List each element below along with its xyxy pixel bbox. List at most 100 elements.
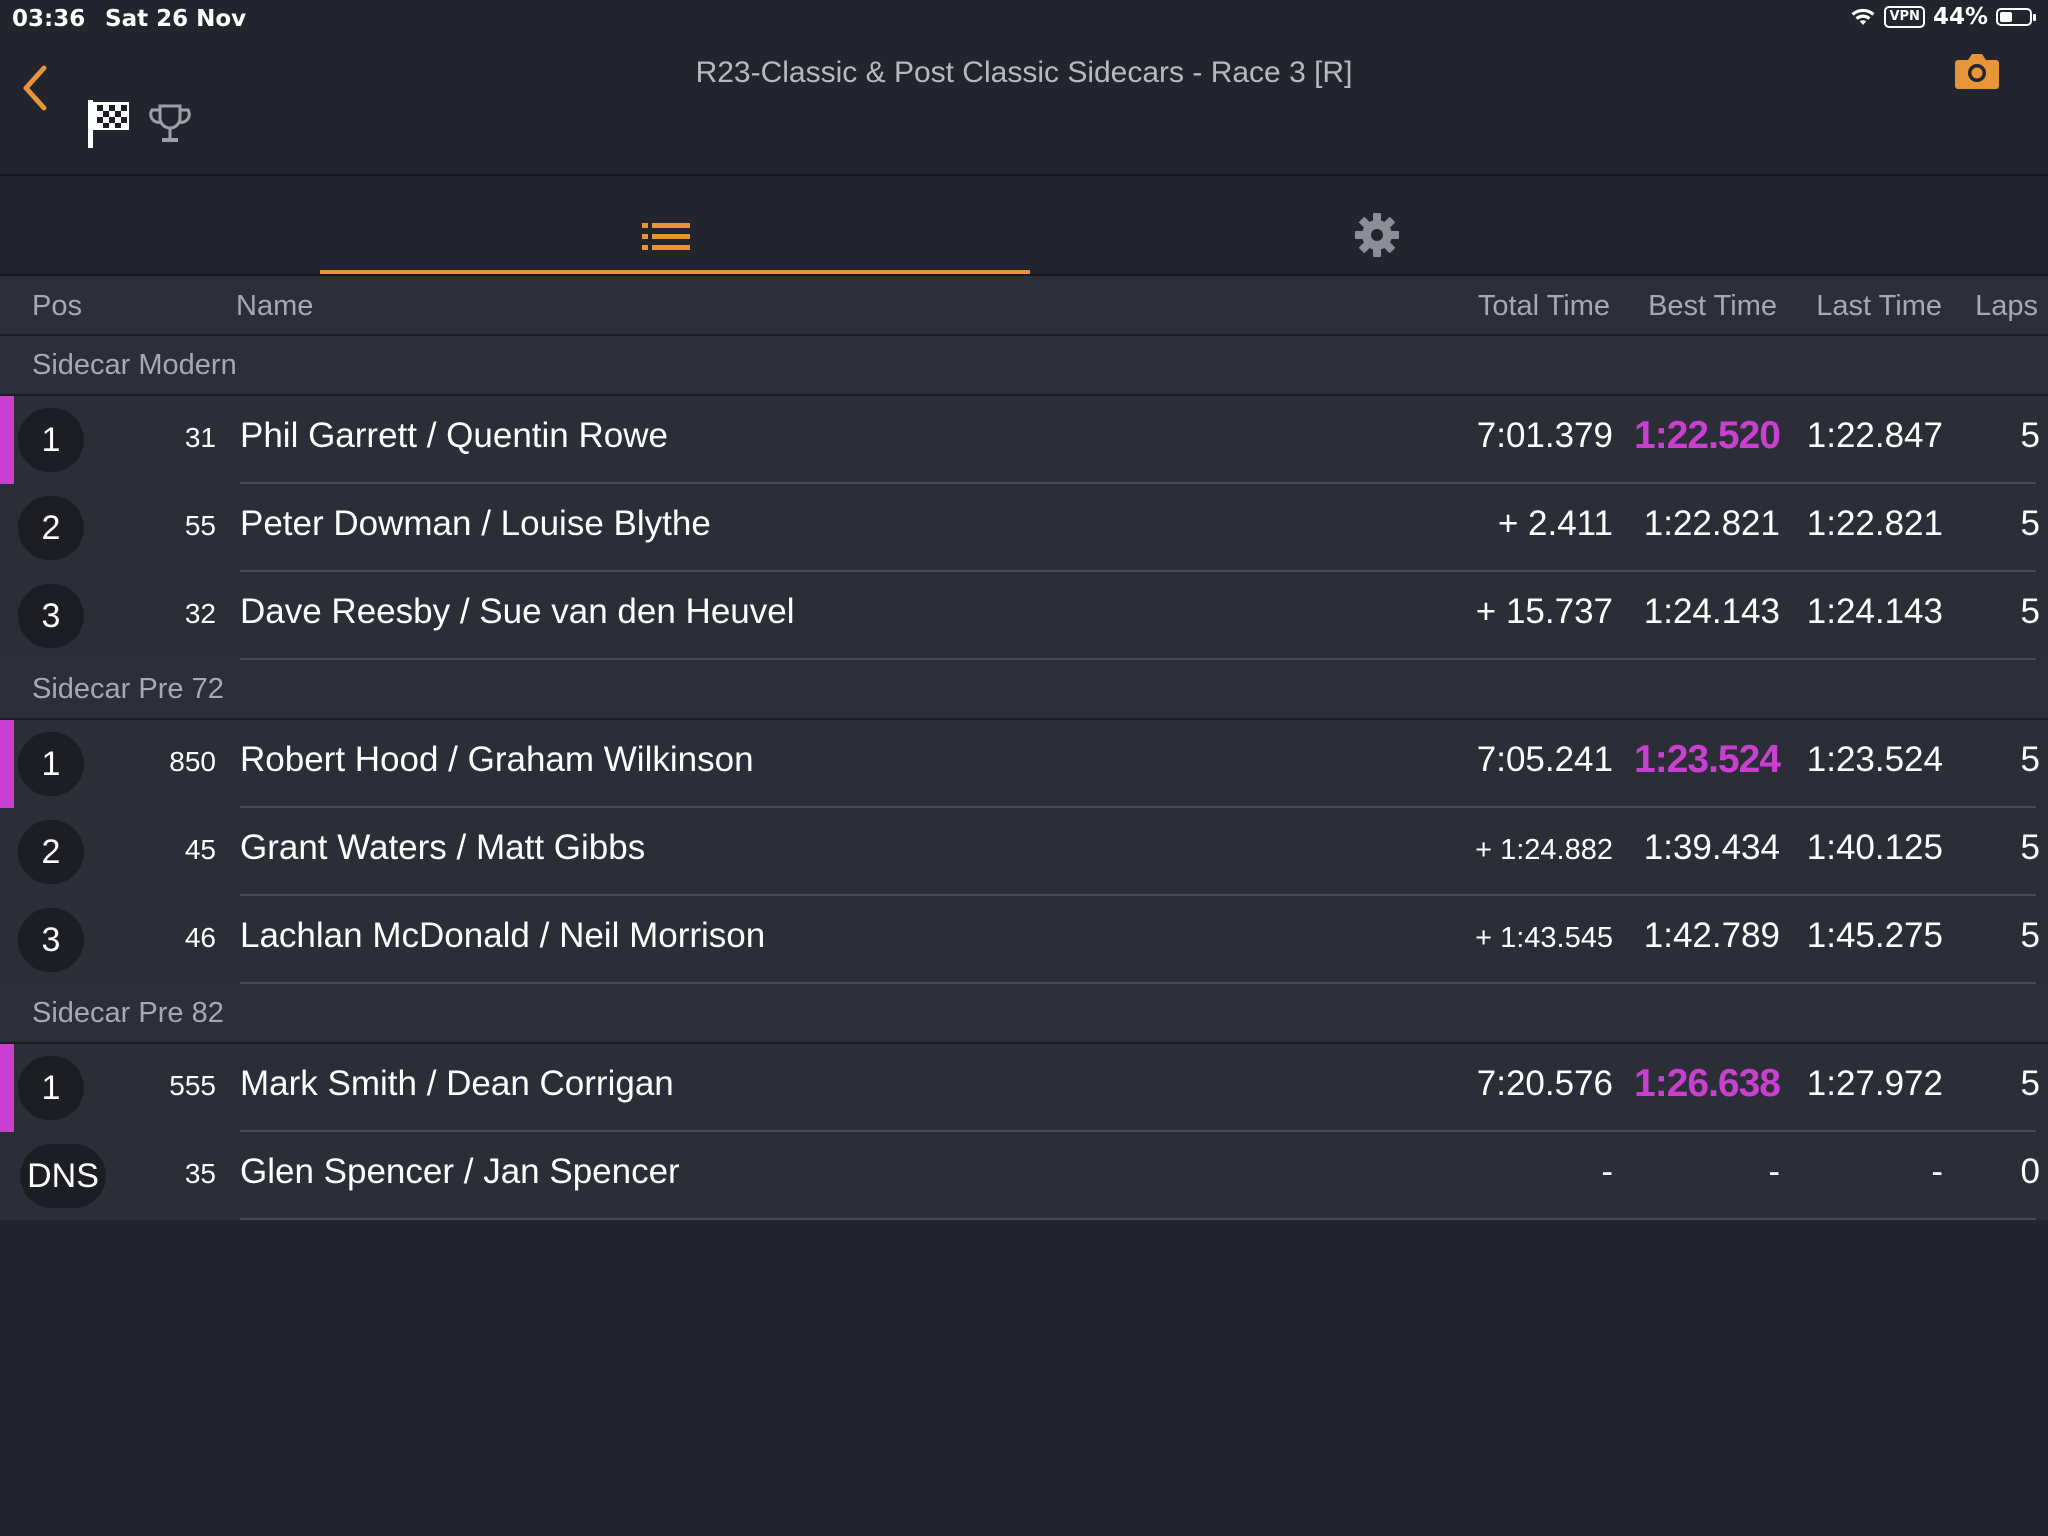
checkered-flag-icon[interactable]	[86, 98, 132, 150]
total-time: + 1:43.545	[1475, 922, 1613, 954]
gear-icon	[1355, 213, 1399, 257]
total-time: 7:01.379	[1476, 416, 1613, 455]
best-time: 1:22.520	[1634, 414, 1781, 457]
result-row[interactable]: 1 850 Robert Hood / Graham Wilkinson 7:05.2…	[0, 720, 2048, 808]
best-time: -	[1768, 1152, 1780, 1191]
best-time: 1:22.821	[1643, 504, 1780, 543]
tab-results-list[interactable]	[320, 176, 1030, 274]
group-name: Sidecar Modern	[32, 349, 237, 381]
last-time: 1:45.275	[1806, 916, 1943, 955]
laps-count: 5	[2020, 592, 2040, 631]
laps-count: 5	[2020, 916, 2040, 955]
laps-count: 5	[2020, 416, 2040, 455]
car-number: 850	[169, 746, 216, 777]
laps-count: 0	[2020, 1152, 2040, 1191]
position-badge: DNS	[20, 1144, 106, 1208]
position-badge: 2	[18, 820, 84, 884]
total-time: + 2.411	[1497, 504, 1613, 543]
car-number: 31	[184, 422, 216, 453]
column-total-time[interactable]: Total Time	[1478, 290, 1610, 323]
tab-settings[interactable]	[1030, 176, 1724, 274]
total-time: + 15.737	[1475, 592, 1613, 631]
group-name: Sidecar Pre 82	[32, 997, 224, 1029]
list-icon	[642, 223, 690, 250]
driver-names: Peter Dowman / Louise Blythe	[240, 504, 711, 543]
status-bar: 03:36 Sat 26 Nov VPN 44%	[0, 0, 2048, 40]
group-header: Sidecar Modern	[0, 336, 2048, 396]
driver-names: Mark Smith / Dean Corrigan	[240, 1064, 674, 1103]
camera-button[interactable]	[1954, 52, 2000, 90]
car-number: 46	[184, 922, 216, 953]
trophy-icon[interactable]	[148, 102, 192, 146]
class-leader-marker	[0, 396, 14, 484]
position-badge: 1	[18, 1056, 84, 1120]
page-title: R23-Classic & Post Classic Sidecars - Ra…	[695, 56, 1353, 89]
last-time: 1:23.524	[1806, 740, 1943, 779]
laps-count: 5	[2020, 1064, 2040, 1103]
group-header: Sidecar Pre 72	[0, 660, 2048, 720]
row-divider	[240, 1218, 2036, 1220]
best-time: 1:39.434	[1643, 828, 1780, 867]
result-row[interactable]: 2 45 Grant Waters / Matt Gibbs + 1:24.882 1:…	[0, 808, 2048, 896]
laps-count: 5	[2020, 504, 2040, 543]
column-pos[interactable]: Pos	[32, 290, 82, 323]
result-row[interactable]: 3 32 Dave Reesby / Sue van den Heuvel + 15.…	[0, 572, 2048, 660]
position-badge: 2	[18, 496, 84, 560]
position-badge: 3	[18, 908, 84, 972]
battery-fill	[2000, 12, 2013, 22]
car-number: 45	[184, 834, 216, 865]
car-number: 55	[184, 510, 216, 541]
column-best-time[interactable]: Best Time	[1648, 290, 1777, 323]
tab-bar	[0, 176, 2048, 276]
last-time: 1:22.847	[1806, 416, 1943, 455]
best-time: 1:23.524	[1634, 738, 1781, 781]
vpn-badge: VPN	[1884, 6, 1925, 28]
column-header: Pos Name Total Time Best Time Last Time …	[0, 276, 2048, 336]
total-time: 7:05.241	[1476, 740, 1613, 779]
last-time: 1:27.972	[1806, 1064, 1943, 1103]
class-leader-marker	[0, 1044, 14, 1132]
driver-names: Robert Hood / Graham Wilkinson	[240, 740, 754, 779]
best-time: 1:24.143	[1643, 592, 1780, 631]
driver-names: Lachlan McDonald / Neil Morrison	[240, 916, 766, 955]
result-row[interactable]: 3 46 Lachlan McDonald / Neil Morrison + 1:4…	[0, 896, 2048, 984]
position-badge: 1	[18, 408, 84, 472]
car-number: 35	[184, 1158, 216, 1189]
total-time: + 1:24.882	[1475, 834, 1613, 866]
position-badge: 1	[18, 732, 84, 796]
car-number: 32	[184, 598, 216, 629]
result-row[interactable]: 1 555 Mark Smith / Dean Corrigan 7:20.576 1:…	[0, 1044, 2048, 1132]
last-time: -	[1931, 1152, 1943, 1191]
laps-count: 5	[2020, 828, 2040, 867]
battery-icon	[1996, 8, 2036, 26]
status-date: Sat 26 Nov	[105, 6, 247, 32]
column-laps[interactable]: Laps	[1975, 290, 2038, 323]
result-row[interactable]: DNS 35 Glen Spencer / Jan Spencer - - - 0	[0, 1132, 2048, 1220]
last-time: 1:22.821	[1806, 504, 1943, 543]
total-time: -	[1601, 1152, 1613, 1191]
active-tab-indicator	[320, 270, 1030, 274]
battery-percent: 44%	[1932, 4, 1988, 30]
result-row[interactable]: 1 31 Phil Garrett / Quentin Rowe 7:01.379 1:…	[0, 396, 2048, 484]
column-name[interactable]: Name	[236, 290, 313, 323]
result-row[interactable]: 2 55 Peter Dowman / Louise Blythe + 2.411 1:…	[0, 484, 2048, 572]
group-name: Sidecar Pre 72	[32, 673, 224, 705]
driver-names: Phil Garrett / Quentin Rowe	[240, 416, 668, 455]
total-time: 7:20.576	[1476, 1064, 1613, 1103]
best-time: 1:26.638	[1634, 1062, 1781, 1105]
position-badge: 3	[18, 584, 84, 648]
driver-names: Grant Waters / Matt Gibbs	[240, 828, 646, 867]
class-leader-marker	[0, 720, 14, 808]
last-time: 1:24.143	[1806, 592, 1943, 631]
car-number: 555	[169, 1070, 216, 1101]
header: R23-Classic & Post Classic Sidecars - Ra…	[0, 40, 2048, 176]
driver-names: Glen Spencer / Jan Spencer	[240, 1152, 680, 1191]
laps-count: 5	[2020, 740, 2040, 779]
status-time: 03:36	[12, 6, 86, 32]
column-last-time[interactable]: Last Time	[1816, 290, 1942, 323]
last-time: 1:40.125	[1806, 828, 1943, 867]
status-indicators: VPN 44%	[1850, 4, 2036, 30]
driver-names: Dave Reesby / Sue van den Heuvel	[240, 592, 795, 631]
best-time: 1:42.789	[1643, 916, 1780, 955]
wifi-icon	[1851, 8, 1875, 25]
